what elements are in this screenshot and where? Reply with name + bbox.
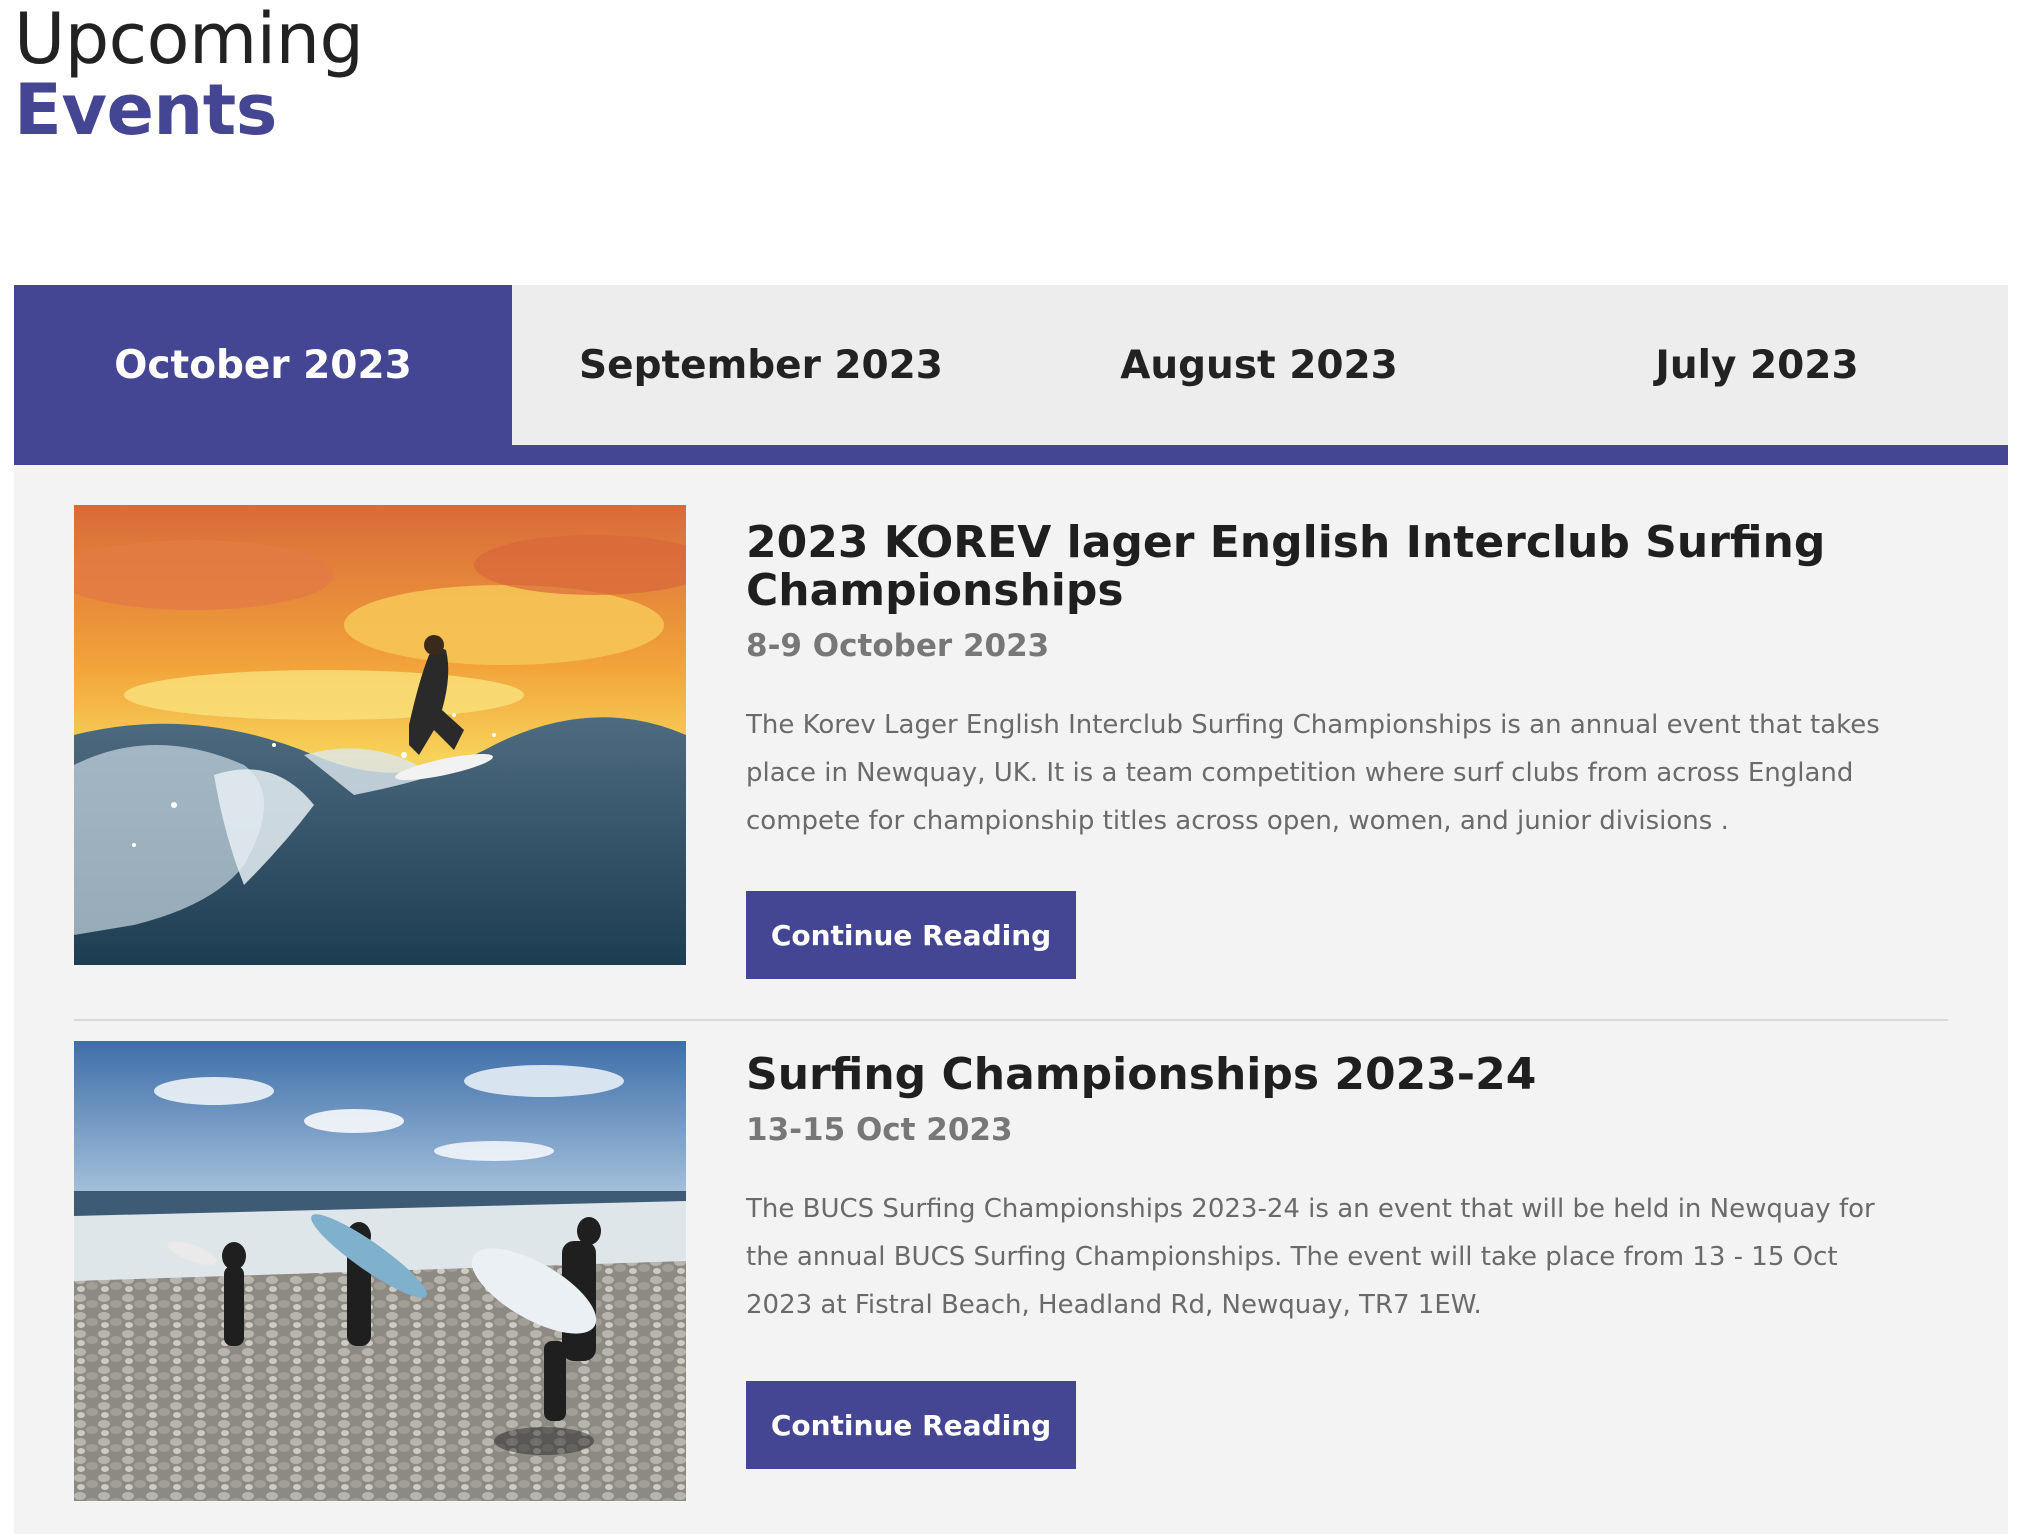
tab-october-2023[interactable]: October 2023 [14,285,512,445]
continue-reading-button[interactable]: Continue Reading [746,1381,1076,1469]
event-date: 13-15 Oct 2023 [746,1112,1013,1148]
heading-line-events: Events [14,69,277,151]
heading-line-upcoming: Upcoming [14,0,364,80]
event-body: 2023 KOREV lager English Interclub Surfi… [746,505,1926,979]
event-title[interactable]: Surfing Championships 2023-24 [746,1051,1926,1099]
tab-september-2023[interactable]: September 2023 [512,285,1010,445]
tab-august-2023[interactable]: August 2023 [1010,285,1508,445]
page-heading: Upcoming Events [14,0,364,151]
event-date: 8-9 October 2023 [746,628,1050,664]
tabs-underline-bar [14,445,2008,465]
event-title[interactable]: 2023 KOREV lager English Interclub Surfi… [746,519,1926,615]
event-image-pebble-beach[interactable] [74,1041,686,1501]
event-divider [74,1019,1948,1021]
event-card: Surfing Championships 2023-24 13-15 Oct … [74,1041,1948,1521]
event-image-surfer-sunset[interactable] [74,505,686,965]
event-card: 2023 KOREV lager English Interclub Surfi… [74,505,1948,985]
event-description: The Korev Lager English Interclub Surfin… [746,710,1880,836]
continue-reading-button[interactable]: Continue Reading [746,891,1076,979]
tab-july-2023[interactable]: July 2023 [1508,285,2006,445]
month-tabs: October 2023 September 2023 August 2023 … [14,285,2008,445]
events-panel: 2023 KOREV lager English Interclub Surfi… [14,465,2008,1534]
event-description: The BUCS Surfing Championships 2023-24 i… [746,1194,1875,1320]
event-body: Surfing Championships 2023-24 13-15 Oct … [746,1041,1926,1469]
